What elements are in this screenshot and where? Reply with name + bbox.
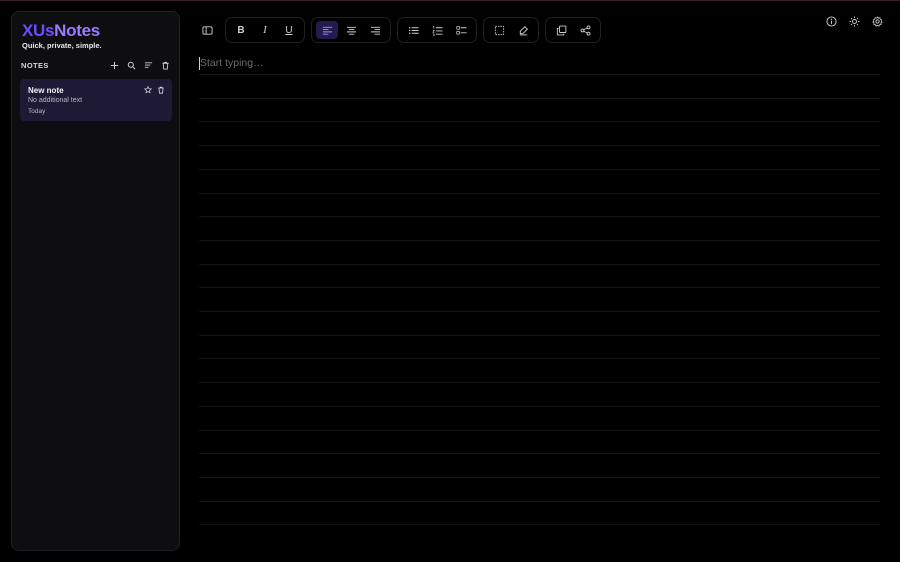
editor-rule-line bbox=[199, 524, 880, 526]
delete-note-icon[interactable] bbox=[156, 85, 166, 95]
editor-rule-line bbox=[199, 145, 880, 147]
editor-rule-line bbox=[199, 429, 880, 431]
align-left-button[interactable] bbox=[316, 21, 338, 39]
brand-part1: XUs bbox=[22, 21, 55, 40]
clear-formatting-button[interactable] bbox=[512, 21, 534, 39]
editor-rule-line bbox=[199, 476, 880, 478]
toolbar-group-sidebar bbox=[194, 17, 220, 43]
bullet-list-button[interactable] bbox=[402, 21, 424, 39]
notes-header: NOTES bbox=[21, 59, 171, 71]
checklist-button[interactable] bbox=[450, 21, 472, 39]
app-tagline: Quick, private, simple. bbox=[22, 41, 102, 50]
editor-rule-line bbox=[199, 192, 880, 194]
underline-button[interactable]: U bbox=[278, 21, 300, 39]
note-preview: No additional text bbox=[28, 97, 83, 104]
toolbar-group-share bbox=[545, 17, 601, 43]
copy-icon[interactable] bbox=[550, 21, 572, 39]
app-logo: XUsNotes bbox=[22, 21, 100, 41]
note-title: New note bbox=[28, 86, 64, 95]
editor-rule-line bbox=[199, 358, 880, 360]
editor-rule-line bbox=[199, 405, 880, 407]
editor-rule-line bbox=[199, 263, 880, 265]
editor-rule-line bbox=[199, 453, 880, 455]
sidebar: XUsNotes Quick, private, simple. NOTES N… bbox=[11, 11, 180, 551]
editor-rule-line bbox=[199, 74, 880, 75]
toolbar-group-format: B I U bbox=[225, 17, 305, 43]
editor-rule-line bbox=[199, 121, 880, 123]
sun-icon[interactable] bbox=[847, 14, 861, 28]
editor-rule-line bbox=[199, 239, 880, 241]
italic-button[interactable]: I bbox=[254, 21, 276, 39]
notes-section-label: NOTES bbox=[21, 60, 49, 70]
editor-rule-line bbox=[199, 334, 880, 336]
editor-rule-line bbox=[199, 287, 880, 289]
info-icon[interactable] bbox=[824, 14, 838, 28]
toolbar-group-lists bbox=[397, 17, 477, 43]
select-all-button[interactable] bbox=[488, 21, 510, 39]
brand-part2: Notes bbox=[54, 21, 100, 40]
search-icon[interactable] bbox=[125, 59, 137, 71]
plus-icon[interactable] bbox=[108, 59, 120, 71]
app-controls bbox=[815, 14, 884, 28]
trash-icon[interactable] bbox=[159, 59, 171, 71]
editor-rule-line bbox=[199, 168, 880, 170]
toolbar-group-align bbox=[311, 17, 391, 43]
toolbar-group-select bbox=[483, 17, 539, 43]
numbered-list-button[interactable] bbox=[426, 21, 448, 39]
star-icon[interactable] bbox=[143, 85, 153, 95]
editor-toolbar: B I U bbox=[194, 17, 607, 43]
bold-button[interactable]: B bbox=[230, 21, 252, 39]
note-editor[interactable]: Start typing… bbox=[199, 52, 880, 527]
align-right-button[interactable] bbox=[364, 21, 386, 39]
share-icon[interactable] bbox=[574, 21, 596, 39]
editor-rule-line bbox=[199, 311, 880, 312]
note-list-item[interactable]: New note No additional text Today bbox=[20, 79, 172, 121]
sort-icon[interactable] bbox=[142, 59, 154, 71]
sidebar-toggle-icon[interactable] bbox=[196, 21, 218, 39]
gear-icon[interactable] bbox=[870, 14, 884, 28]
editor-rule-line bbox=[199, 382, 880, 384]
window-top-border bbox=[0, 0, 900, 1]
editor-placeholder: Start typing… bbox=[200, 57, 264, 69]
editor-rule-line bbox=[199, 500, 880, 502]
align-center-button[interactable] bbox=[340, 21, 362, 39]
note-date: Today bbox=[28, 108, 46, 115]
editor-rule-line bbox=[199, 97, 880, 99]
editor-rule-line bbox=[199, 216, 880, 218]
